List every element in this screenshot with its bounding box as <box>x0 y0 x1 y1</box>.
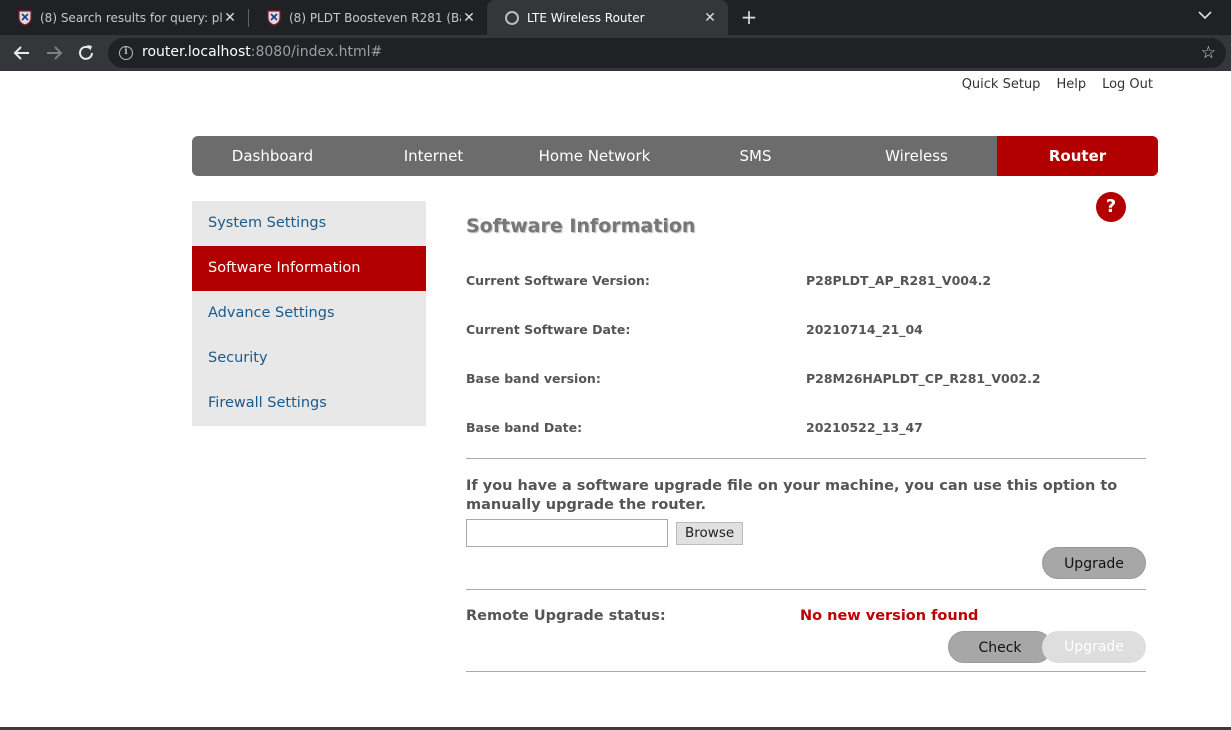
nav-router[interactable]: Router <box>997 136 1158 176</box>
url-rest: :8080/index.html# <box>250 44 383 60</box>
sidebar-item-firewall-settings[interactable]: Firewall Settings <box>192 381 426 426</box>
info-label: Current Software Version: <box>466 273 650 288</box>
nav-dashboard[interactable]: Dashboard <box>192 136 353 176</box>
star-icon[interactable]: ☆ <box>1201 43 1216 63</box>
divider <box>466 589 1146 590</box>
browser-tab-strip: (8) Search results for query: pldt ✕ (8)… <box>0 0 1231 35</box>
info-label: Current Software Date: <box>466 322 631 337</box>
main-nav: Dashboard Internet Home Network SMS Wire… <box>192 136 1158 176</box>
check-button[interactable]: Check <box>948 631 1052 663</box>
remote-upgrade-label: Remote Upgrade status: <box>466 608 666 624</box>
globe-favicon-icon <box>505 10 519 25</box>
chevron-down-icon[interactable] <box>1196 4 1214 26</box>
sidebar-item-security[interactable]: Security <box>192 336 426 381</box>
browser-tab-title: (8) PLDT Boosteven R281 (Band L <box>289 10 461 25</box>
quick-setup-link[interactable]: Quick Setup <box>962 77 1041 92</box>
browser-tab-title: LTE Wireless Router <box>527 10 645 25</box>
info-icon[interactable]: i <box>119 46 133 60</box>
browse-button[interactable]: Browse <box>676 522 744 545</box>
sidebar-item-system-settings[interactable]: System Settings <box>192 201 426 246</box>
back-arrow-icon[interactable] <box>12 43 32 63</box>
nav-internet[interactable]: Internet <box>353 136 514 176</box>
info-value: P28PLDT_AP_R281_V004.2 <box>806 273 992 288</box>
sidebar-item-advance-settings[interactable]: Advance Settings <box>192 291 426 336</box>
browser-tab-1[interactable]: (8) Search results for query: pldt ✕ <box>0 0 248 35</box>
page-title: Software Information <box>466 215 696 237</box>
nav-wireless[interactable]: Wireless <box>836 136 997 176</box>
url-text: router.localhost:8080/index.html# <box>142 44 382 60</box>
url-host: router.localhost <box>142 44 251 60</box>
upgrade-file-input[interactable] <box>466 519 668 547</box>
browser-toolbar: i router.localhost:8080/index.html# ☆ <box>0 35 1231 71</box>
info-value: 20210714_21_04 <box>806 322 923 337</box>
divider <box>466 458 1146 459</box>
remote-upgrade-button: Upgrade <box>1042 631 1146 663</box>
reload-icon[interactable] <box>76 43 96 63</box>
shield-favicon-icon <box>267 9 281 26</box>
log-out-link[interactable]: Log Out <box>1102 77 1153 92</box>
browser-tab-2[interactable]: (8) PLDT Boosteven R281 (Band L ✕ <box>249 0 487 35</box>
nav-home-network[interactable]: Home Network <box>514 136 675 176</box>
sidebar-item-software-information[interactable]: Software Information <box>192 246 426 291</box>
browser-tab-3[interactable]: LTE Wireless Router ✕ <box>487 0 728 35</box>
browser-tab-title: (8) Search results for query: pldt <box>40 10 222 25</box>
divider <box>466 671 1146 672</box>
close-tab-icon[interactable]: ✕ <box>702 10 718 26</box>
info-label: Base band Date: <box>466 420 583 435</box>
remote-upgrade-status: No new version found <box>800 608 979 624</box>
new-tab-icon[interactable]: + <box>738 6 760 28</box>
address-bar[interactable]: i router.localhost:8080/index.html# ☆ <box>108 38 1226 68</box>
info-value: P28M26HAPLDT_CP_R281_V002.2 <box>806 371 1041 386</box>
upgrade-instructions: If you have a software upgrade file on y… <box>466 478 1118 513</box>
close-tab-icon[interactable]: ✕ <box>222 10 238 26</box>
info-label: Base band version: <box>466 371 601 386</box>
nav-sms[interactable]: SMS <box>675 136 836 176</box>
help-icon[interactable]: ? <box>1096 192 1126 222</box>
forward-arrow-icon[interactable] <box>44 43 64 63</box>
shield-favicon-icon <box>18 9 32 26</box>
upgrade-button[interactable]: Upgrade <box>1042 547 1146 579</box>
sidebar: System Settings Software Information Adv… <box>192 201 426 426</box>
close-tab-icon[interactable]: ✕ <box>461 10 477 26</box>
info-value: 20210522_13_47 <box>806 420 923 435</box>
help-link[interactable]: Help <box>1056 77 1086 92</box>
top-links: Quick Setup Help Log Out <box>962 77 1153 92</box>
